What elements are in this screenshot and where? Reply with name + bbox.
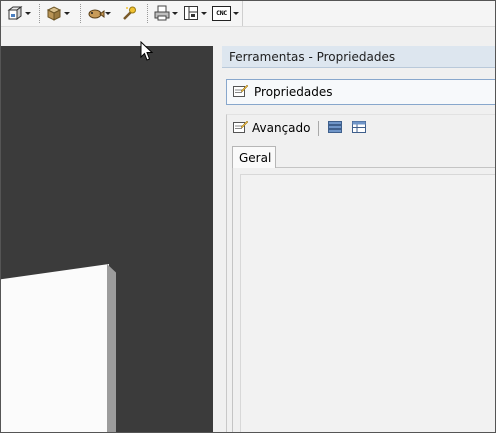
app-window: CNC Ferramentas - Propriedades Proprieda… — [0, 0, 496, 433]
table-view-icon[interactable] — [351, 119, 367, 138]
3d-viewport[interactable] — [1, 46, 213, 432]
panel-title: Ferramentas - Propriedades — [222, 46, 495, 68]
toolbar-end-divider — [242, 1, 243, 26]
mouse-cursor-icon — [140, 41, 154, 61]
toolbar-separator — [39, 4, 41, 23]
advanced-label: Avançado — [252, 121, 311, 135]
advanced-icon — [232, 119, 249, 138]
chevron-down-icon[interactable] — [233, 11, 239, 15]
chevron-down-icon[interactable] — [25, 11, 31, 15]
box-icon — [46, 5, 62, 21]
layout-icon — [183, 5, 199, 21]
properties-icon — [232, 83, 249, 102]
3d-object-front-face — [1, 264, 109, 432]
print-button[interactable] — [154, 5, 178, 21]
toolbar-separator — [147, 4, 149, 23]
advanced-toolbar: Avançado — [232, 118, 367, 138]
categorized-view-icon[interactable] — [327, 119, 343, 138]
cnc-button[interactable]: CNC — [212, 5, 239, 21]
fish-icon — [87, 5, 105, 21]
toolbar-separator — [318, 120, 320, 136]
box-button[interactable] — [46, 5, 70, 21]
chevron-down-icon[interactable] — [105, 11, 111, 15]
properties-label: Propriedades — [254, 85, 333, 99]
brush-button[interactable] — [121, 5, 137, 21]
chevron-down-icon[interactable] — [64, 11, 70, 15]
cnc-icon: CNC — [212, 5, 231, 21]
advanced-button[interactable]: Avançado — [232, 119, 310, 138]
tab-label: Geral — [239, 150, 272, 165]
layout-button[interactable] — [183, 5, 207, 21]
tab-content-area — [232, 167, 495, 432]
chevron-down-icon[interactable] — [201, 11, 207, 15]
brush-icon — [121, 5, 137, 21]
property-grid-area — [240, 174, 495, 432]
tools-properties-panel: Ferramentas - Propriedades Propriedades — [222, 46, 495, 432]
splitter[interactable] — [213, 46, 221, 432]
3d-object-side-face — [107, 264, 116, 432]
chevron-down-icon[interactable] — [172, 11, 178, 15]
fish-button[interactable] — [87, 5, 111, 21]
toolbar-separator — [80, 4, 82, 23]
print-icon — [154, 5, 170, 21]
main-toolbar: CNC — [1, 1, 495, 27]
tab-geral[interactable]: Geral — [232, 146, 276, 168]
toolbar-band — [1, 27, 495, 46]
cube-view-icon — [7, 5, 23, 21]
cube-view-button[interactable] — [7, 5, 31, 21]
properties-button[interactable]: Propriedades — [226, 79, 495, 105]
